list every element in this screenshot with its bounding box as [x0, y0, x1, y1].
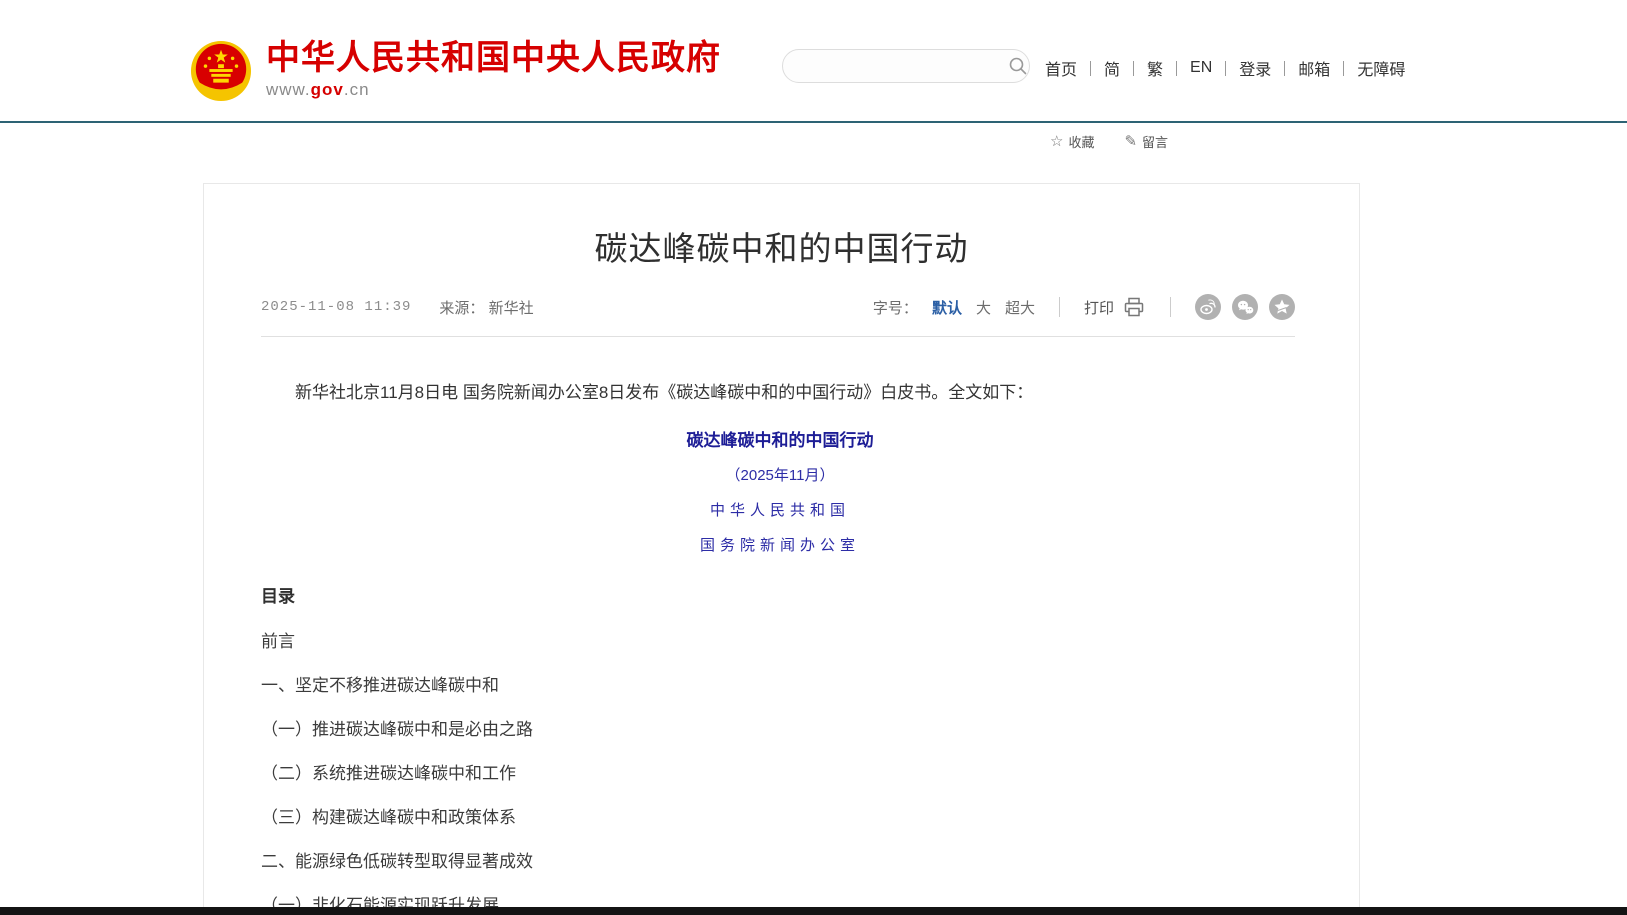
top-nav-item[interactable]: 首页	[1045, 56, 1104, 80]
document-date-line: （2025年11月）	[261, 464, 1299, 485]
share-weibo-button[interactable]	[1195, 294, 1221, 320]
logo-text: 中华人民共和国中央人民政府 www.gov.cn	[266, 40, 721, 100]
share-qzone-button[interactable]	[1269, 294, 1295, 320]
page-tools: ☆ 收藏 ✎ 留言	[1050, 132, 1168, 151]
article-title: 碳达峰碳中和的中国行动	[204, 222, 1359, 270]
publish-date: 2025-11-08 11:39	[261, 299, 411, 315]
top-nav-item[interactable]: 邮箱	[1298, 56, 1357, 80]
favorite-label: 收藏	[1068, 132, 1094, 151]
toc-item: 一、坚定不移推进碳达峰碳中和	[261, 677, 1299, 695]
print-button[interactable]: 打印	[1084, 295, 1146, 319]
source-name: 新华社	[489, 300, 534, 317]
top-nav-item[interactable]: 无障碍	[1357, 56, 1405, 80]
top-nav-item[interactable]: 简	[1104, 56, 1147, 80]
printer-icon	[1122, 295, 1146, 319]
national-emblem-icon	[190, 40, 252, 102]
top-nav: 首页 简 繁 EN 登录 邮箱 无障碍	[1045, 56, 1405, 80]
search-box	[782, 49, 1030, 83]
share-wechat-button[interactable]	[1232, 294, 1258, 320]
lead-paragraph: 新华社北京11月8日电 国务院新闻办公室8日发布《碳达峰碳中和的中国行动》白皮书…	[261, 380, 1299, 405]
site-title: 中华人民共和国中央人民政府	[266, 40, 721, 76]
bottom-edge-bar	[0, 907, 1627, 915]
toc-item: （三）构建碳达峰碳中和政策体系	[261, 809, 1299, 827]
article-meta-right: 字号： 默认 大 超大 打印	[873, 294, 1295, 320]
favorite-button[interactable]: ☆ 收藏	[1050, 132, 1094, 151]
top-nav-item[interactable]: EN	[1190, 59, 1239, 77]
page: 中华人民共和国中央人民政府 www.gov.cn 首页 简 繁 EN	[0, 0, 1627, 915]
document-title: 碳达峰碳中和的中国行动	[261, 426, 1299, 451]
meta-divider-line	[261, 336, 1295, 337]
top-nav-item[interactable]: 登录	[1239, 56, 1298, 80]
message-label: 留言	[1142, 132, 1168, 151]
site-url: www.gov.cn	[266, 80, 721, 100]
document-org-line-2: 国务院新闻办公室	[261, 534, 1299, 555]
site-header: 中华人民共和国中央人民政府 www.gov.cn 首页 简 繁 EN	[0, 0, 1627, 123]
top-nav-item-label: 邮箱	[1298, 56, 1330, 80]
top-nav-item[interactable]: 繁	[1147, 56, 1190, 80]
article-meta-row: 2025-11-08 11:39 来源： 新华社 字号： 默认 大 超大 打印	[261, 292, 1295, 322]
message-pencil-icon: ✎	[1124, 134, 1137, 149]
url-www: www.	[266, 80, 311, 99]
font-size-xlarge-button[interactable]: 超大	[1005, 297, 1035, 318]
toc-list: 前言 一、坚定不移推进碳达峰碳中和 （一）推进碳达峰碳中和是必由之路 （二）系统…	[261, 633, 1299, 915]
search-magnifier-icon	[1008, 56, 1028, 76]
article-card: 碳达峰碳中和的中国行动 2025-11-08 11:39 来源： 新华社 字号：…	[203, 183, 1360, 915]
font-size-default-button[interactable]: 默认	[932, 297, 962, 318]
toc-heading: 目录	[261, 582, 1299, 607]
meta-divider	[1059, 297, 1060, 317]
share-group	[1195, 294, 1295, 320]
toc-item: 前言	[261, 633, 1299, 651]
toc-item: （二）系统推进碳达峰碳中和工作	[261, 765, 1299, 783]
article-source: 来源： 新华社	[439, 297, 533, 318]
print-label: 打印	[1084, 297, 1114, 318]
top-nav-item-label: 简	[1104, 56, 1120, 80]
article-meta-left: 2025-11-08 11:39 来源： 新华社	[261, 297, 534, 318]
url-cn: .cn	[344, 80, 370, 99]
site-logo[interactable]: 中华人民共和国中央人民政府 www.gov.cn	[190, 40, 721, 102]
top-nav-item-label: 无障碍	[1357, 56, 1405, 80]
toc-item: 二、能源绿色低碳转型取得显著成效	[261, 853, 1299, 871]
wechat-icon	[1236, 298, 1254, 316]
source-label: 来源：	[439, 300, 484, 317]
meta-divider	[1170, 297, 1171, 317]
font-size-large-button[interactable]: 大	[976, 297, 991, 318]
header-divider-line	[0, 121, 1627, 123]
search-input[interactable]	[783, 50, 1008, 82]
font-size-label: 字号：	[873, 297, 918, 318]
url-gov: gov	[311, 80, 344, 99]
top-nav-item-label: 登录	[1239, 56, 1271, 80]
top-nav-item-label: EN	[1190, 59, 1212, 77]
top-nav-item-label: 繁	[1147, 56, 1163, 80]
favorite-star-icon: ☆	[1050, 134, 1063, 149]
article-body: 新华社北京11月8日电 国务院新闻办公室8日发布《碳达峰碳中和的中国行动》白皮书…	[261, 380, 1299, 915]
toc-item: （一）推进碳达峰碳中和是必由之路	[261, 721, 1299, 739]
qzone-star-icon	[1273, 298, 1291, 316]
message-button[interactable]: ✎ 留言	[1124, 132, 1168, 151]
document-org-line-1: 中华人民共和国	[261, 499, 1299, 520]
search-button[interactable]	[1008, 49, 1034, 83]
top-nav-item-label: 首页	[1045, 56, 1077, 80]
weibo-icon	[1199, 298, 1217, 316]
